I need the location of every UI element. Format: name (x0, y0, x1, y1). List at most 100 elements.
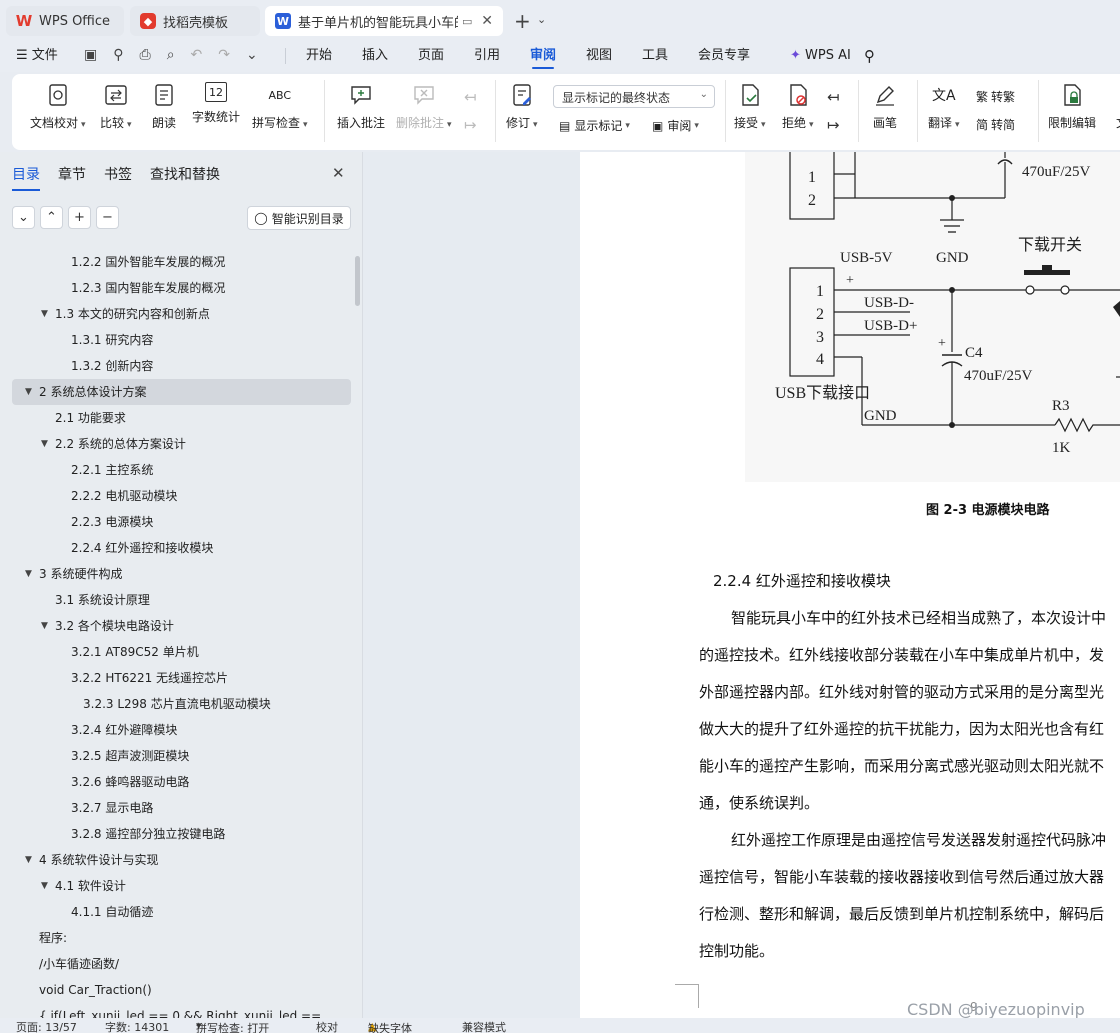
next-change-icon[interactable]: ↦ (827, 116, 840, 134)
review-pane-button[interactable]: ▣ 审阅 ▾ (652, 117, 699, 134)
screen-icon[interactable]: ▭ (462, 15, 472, 28)
menu-file[interactable]: ☰ 文件 (16, 40, 58, 72)
toc-item[interactable]: 3.2.1 AT89C52 单片机 (0, 639, 352, 665)
restrict-editing-button[interactable]: 限制编辑 (1048, 82, 1096, 131)
toc-item[interactable]: void Car_Traction() (0, 977, 352, 1003)
redo-icon[interactable]: ↷ (218, 47, 230, 65)
insert-comment-button[interactable]: 插入批注 (337, 82, 385, 131)
toc-item-selected[interactable]: ▼ 2 系统总体设计方案 (12, 379, 351, 405)
menu-home[interactable]: 开始 (306, 40, 332, 72)
menu-view[interactable]: 视图 (586, 40, 612, 72)
delete-comment-button[interactable]: 删除批注 ▾ (396, 82, 452, 131)
prev-change-icon[interactable]: ↤ (827, 88, 840, 106)
tab-list-chevron-icon[interactable]: ⌄ (537, 13, 546, 26)
toc-item[interactable]: 3.2.7 显示电路 (0, 795, 352, 821)
reject-button[interactable]: 拒绝 ▾ (782, 82, 814, 131)
toc-item[interactable]: 1.2.2 国外智能车发展的概况 (0, 249, 352, 275)
word-count-button[interactable]: 12 字数统计 (192, 82, 240, 125)
tab-document[interactable]: W 基于单片机的智能玩具小车的设计 ▭ ✕ (265, 6, 503, 36)
spell-check-button[interactable]: ABC 拼写检查 ▾ (252, 82, 308, 131)
toc-item[interactable]: 2.1 功能要求 (0, 405, 352, 431)
expand-arrow-icon[interactable]: ▼ (41, 301, 48, 327)
toc-item[interactable]: 1.3.1 研究内容 (0, 327, 352, 353)
expand-arrow-icon[interactable]: ▼ (41, 613, 48, 639)
menu-review[interactable]: 审阅 (530, 40, 556, 72)
doc-check-button[interactable]: 文档校对 ▾ (30, 82, 86, 131)
tab-bookmarks[interactable]: 书签 (104, 164, 132, 184)
more-ribbon-button[interactable]: 文 (1109, 82, 1120, 131)
close-tab-icon[interactable]: ✕ (481, 13, 493, 29)
search-icon[interactable]: ⚲ (864, 40, 875, 72)
toc-item[interactable]: 3.2.4 红外避障模块 (0, 717, 352, 743)
status-compat[interactable]: 兼容模式 (462, 1019, 506, 1033)
toc-item[interactable]: 1.3.2 创新内容 (0, 353, 352, 379)
markup-display-select[interactable]: 显示标记的最终状态 ⌄ (553, 85, 715, 108)
menu-page[interactable]: 页面 (418, 40, 444, 72)
toc-item[interactable]: ▼ 4.1 软件设计 (0, 873, 352, 899)
toc-item[interactable]: 4.1.1 自动循迹 (0, 899, 352, 925)
toc-item[interactable]: 3.1 系统设计原理 (0, 587, 352, 613)
toc-item[interactable]: 3.2.2 HT6221 无线遥控芯片 (0, 665, 352, 691)
print-icon[interactable]: ⎙ (140, 47, 151, 65)
share-icon[interactable]: ⚲ (113, 47, 123, 65)
toc-item[interactable]: 2.2.3 电源模块 (0, 509, 352, 535)
tab-sections[interactable]: 章节 (58, 164, 86, 184)
expand-arrow-icon[interactable]: ▼ (41, 873, 48, 899)
expand-arrow-icon[interactable]: ▼ (25, 379, 32, 405)
save-icon[interactable]: ▣ (84, 47, 97, 65)
toc-item[interactable]: 3.2.8 遥控部分独立按键电路 (0, 821, 352, 847)
close-pane-icon[interactable]: ✕ (332, 164, 345, 182)
toc-item[interactable]: 1.2.3 国内智能车发展的概况 (0, 275, 352, 301)
accept-button[interactable]: 接受 ▾ (734, 82, 766, 131)
toc-item[interactable]: 3.2.3 L298 芯片直流电机驱动模块 (0, 691, 352, 717)
expand-arrow-icon[interactable]: ▼ (25, 561, 32, 587)
toc-item[interactable]: /小车循迹函数/ (0, 951, 352, 977)
ink-button[interactable]: 画笔 (872, 82, 898, 131)
toc-item[interactable]: ▼ 2.2 系统的总体方案设计 (0, 431, 352, 457)
tab-templates[interactable]: ◆ 找稻壳模板 (130, 6, 260, 36)
status-spell[interactable]: 拼写检查: 打开 ▾ (196, 1019, 269, 1033)
show-markup-button[interactable]: ▤ 显示标记 ▾ (559, 117, 630, 134)
status-page[interactable]: 页面: 13/57 (16, 1019, 77, 1033)
toc-item[interactable]: 2.2.2 电机驱动模块 (0, 483, 352, 509)
menu-reference[interactable]: 引用 (474, 40, 500, 72)
undo-icon[interactable]: ↶ (191, 47, 203, 65)
track-changes-button[interactable]: 修订 ▾ (506, 82, 538, 131)
smart-toc-button[interactable]: ◯ 智能识别目录 (247, 206, 351, 230)
toc-item[interactable]: ▼ 3.2 各个模块电路设计 (0, 613, 352, 639)
expand-arrow-icon[interactable]: ▼ (25, 847, 32, 873)
tab-toc[interactable]: 目录 (12, 164, 40, 191)
tab-find-replace[interactable]: 查找和替换 (150, 164, 220, 184)
add-heading-button[interactable]: + (68, 206, 91, 229)
new-tab-plus-icon[interactable]: + (514, 9, 531, 33)
toc-item[interactable]: ▼ 4 系统软件设计与实现 (0, 847, 352, 873)
tab-wps-office[interactable]: W WPS Office (6, 6, 124, 36)
toc-item[interactable]: 3.2.5 超声波测距模块 (0, 743, 352, 769)
next-comment-icon[interactable]: ↦ (464, 116, 477, 134)
toc-item[interactable]: 3.2.6 蜂鸣器驱动电路 (0, 769, 352, 795)
toc-item[interactable]: ▼ 3 系统硬件构成 (0, 561, 352, 587)
menu-wps-ai[interactable]: ✦ WPS AI (790, 40, 851, 72)
menu-insert[interactable]: 插入 (362, 40, 388, 72)
compare-button[interactable]: 比较 ▾ (100, 82, 132, 131)
remove-heading-button[interactable]: − (96, 206, 119, 229)
document-page[interactable]: 1 2 C3 470uF/25V GND USB-5V + 下载开关 1 2 3… (580, 152, 1120, 1018)
expand-up-button[interactable]: ⌃ (40, 206, 63, 229)
toc-item[interactable]: 程序: (0, 925, 352, 951)
toc-item[interactable]: 2.2.1 主控系统 (0, 457, 352, 483)
status-words[interactable]: 字数: 14301 (105, 1019, 169, 1033)
to-traditional-button[interactable]: 繁转繁 (976, 88, 1015, 105)
toc-item[interactable]: 2.2.4 红外遥控和接收模块 (0, 535, 352, 561)
expand-arrow-icon[interactable]: ▼ (41, 431, 48, 457)
read-aloud-button[interactable]: 朗读 (151, 82, 177, 131)
scrollbar-thumb[interactable] (355, 256, 360, 306)
prev-comment-icon[interactable]: ↤ (464, 88, 477, 106)
menu-membership[interactable]: 会员专享 (698, 40, 750, 72)
translate-button[interactable]: 文A 翻译 ▾ (928, 82, 960, 131)
status-proof[interactable]: 校对 (316, 1019, 338, 1033)
menu-tools[interactable]: 工具 (642, 40, 668, 72)
to-simplified-button[interactable]: 简转简 (976, 116, 1015, 133)
collapse-button[interactable]: ⌄ (12, 206, 35, 229)
toc-item[interactable]: ▼ 1.3 本文的研究内容和创新点 (0, 301, 352, 327)
more-chevron-icon[interactable]: ⌄ (246, 47, 258, 65)
